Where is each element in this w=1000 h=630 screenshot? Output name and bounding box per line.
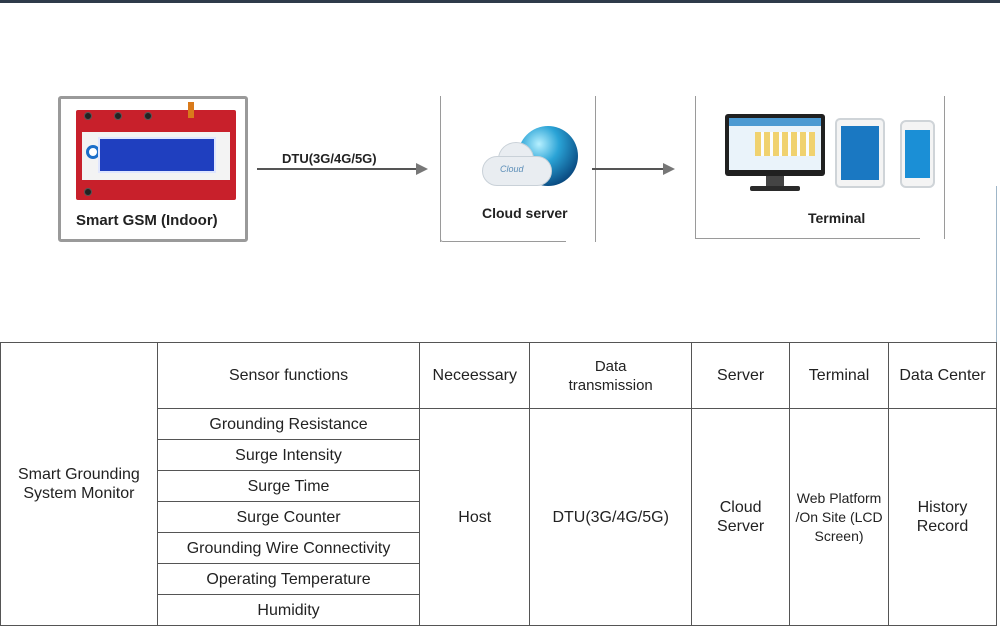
cloud-icon: Cloud [478, 142, 556, 186]
row-title: Smart Grounding System Monitor [0, 342, 158, 626]
top-border-line [0, 0, 1000, 3]
monitor-stand [766, 176, 784, 186]
device-antenna-tab [188, 102, 194, 118]
arrow-line [592, 168, 664, 170]
screw-icon [84, 112, 92, 120]
sensor-cell: Grounding Resistance [156, 408, 421, 440]
gsm-device-image [76, 102, 236, 200]
table-header-row: Smart Grounding System Monitor Sensor fu… [0, 342, 998, 626]
cloud-logo-text: Cloud [500, 164, 524, 174]
cloud-label: Cloud server [482, 205, 568, 221]
header-necessary: Neceessary [419, 342, 531, 409]
right-edge-line [996, 186, 997, 346]
data-center-cell: History Record [887, 408, 998, 626]
system-table: Smart Grounding System Monitor Sensor fu… [0, 342, 998, 626]
sensor-cell: Grounding Wire Connectivity [156, 532, 421, 564]
sensor-cell: Surge Time [156, 470, 421, 502]
screw-icon [144, 112, 152, 120]
header-sensor: Sensor functions [156, 342, 421, 409]
gsm-label: Smart GSM (Indoor) [76, 212, 218, 229]
header-terminal: Terminal [789, 342, 889, 409]
terminal-cell: Web Platform /On Site (LCD Screen) [789, 408, 889, 626]
screw-icon [114, 112, 122, 120]
transmission-cell: DTU(3G/4G/5G) [529, 408, 693, 626]
server-cell: Cloud Server [691, 408, 791, 626]
sensor-cell: Humidity [156, 594, 421, 626]
header-data-center: Data Center [887, 342, 998, 409]
header-server: Server [691, 342, 791, 409]
header-data-transmission: Data transmission [529, 342, 693, 409]
phone-icon [900, 120, 935, 188]
arrow-head-icon [416, 163, 428, 175]
tablet-icon [835, 118, 885, 188]
terminal-label: Terminal [808, 210, 866, 226]
monitor-base [750, 186, 800, 191]
sensor-cell: Surge Intensity [156, 439, 421, 471]
sensor-cell: Operating Temperature [156, 563, 421, 595]
desktop-monitor-icon [725, 114, 825, 176]
screw-icon [84, 188, 92, 196]
necessary-cell: Host [419, 408, 531, 626]
arrow-head-icon [663, 163, 675, 175]
arrow-line [257, 168, 417, 170]
device-lcd-screen [98, 137, 216, 173]
sensor-cell: Surge Counter [156, 501, 421, 533]
link-label: DTU(3G/4G/5G) [282, 151, 377, 166]
